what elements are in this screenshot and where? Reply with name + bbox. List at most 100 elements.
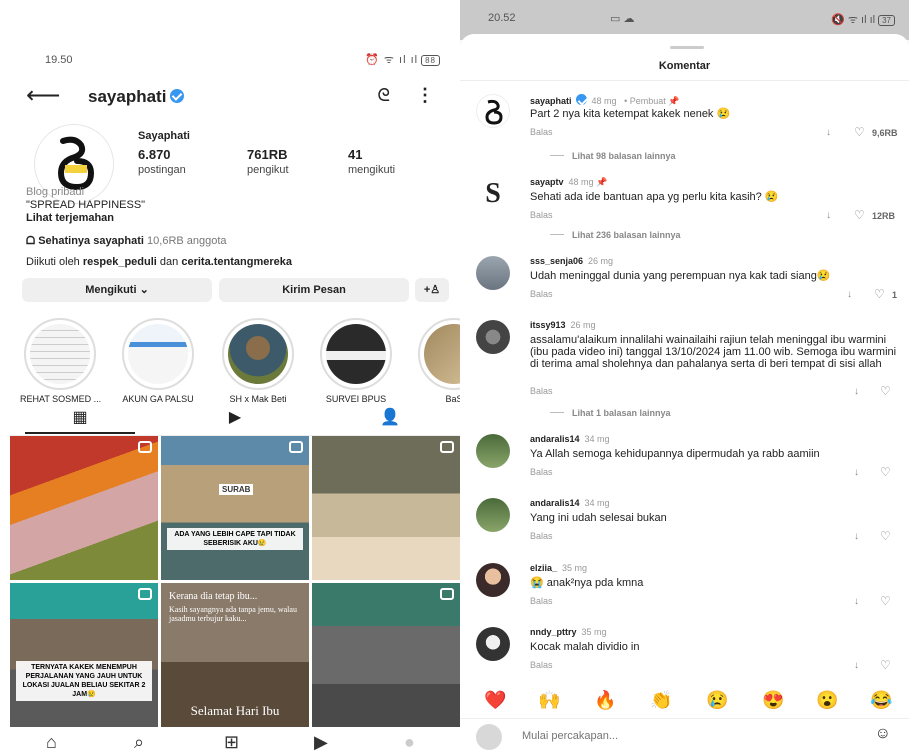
comment-text: assalamu'alaikum innalilahi wainailaihi … [530, 334, 897, 370]
profile-nav-icon[interactable]: ● [404, 732, 415, 753]
send-message-button[interactable]: Kirim Pesan [219, 278, 409, 302]
profile-username: sayaphati [88, 87, 185, 107]
reply-button[interactable]: Balas [530, 596, 553, 606]
emoji-raised-hands[interactable]: 🙌 [538, 690, 560, 711]
reply-button[interactable]: Balas [530, 467, 553, 477]
highlight-bas[interactable]: BaS [414, 318, 460, 404]
add-post-icon[interactable]: ⊞ [224, 732, 239, 753]
sticker-icon[interactable]: ☺ [875, 725, 891, 743]
comment-username[interactable]: nndy_pttry [530, 627, 577, 637]
followed-by-text[interactable]: Diikuti oleh respek_peduli dan cerita.te… [26, 256, 292, 268]
avatar[interactable] [476, 256, 510, 290]
emoji-fire[interactable]: 🔥 [594, 690, 616, 711]
dislike-icon[interactable]: ↓ [826, 210, 831, 221]
avatar[interactable] [476, 627, 510, 661]
avatar[interactable]: S [476, 177, 510, 211]
dislike-icon[interactable]: ↓ [854, 386, 859, 397]
reply-button[interactable]: Balas [530, 660, 553, 670]
comment-username[interactable]: sayaphati [530, 96, 572, 106]
tab-grid[interactable]: ▦ [25, 406, 135, 434]
like-count: 9,6RB [872, 128, 898, 138]
comment-input-bar: ☺ [460, 718, 909, 753]
community-link[interactable]: ᗝ Sehatinya sayaphati 10,6RB anggota [26, 235, 227, 248]
comment-username[interactable]: andaralis14 [530, 498, 580, 508]
avatar[interactable] [476, 320, 510, 354]
emoji-heart-eyes[interactable]: 😍 [762, 690, 784, 711]
see-translation-link[interactable]: Lihat terjemahan [26, 212, 114, 224]
home-icon[interactable]: ⌂ [46, 732, 57, 753]
following-stat[interactable]: 41 mengikuti [348, 147, 395, 176]
comment-username[interactable]: andaralis14 [530, 434, 580, 444]
avatar[interactable] [476, 563, 510, 597]
emoji-laugh[interactable]: 😂 [870, 690, 892, 711]
dislike-icon[interactable]: ↓ [847, 289, 852, 300]
reels-nav-icon[interactable]: ▶ [314, 732, 328, 753]
emoji-cry[interactable]: 😢 [706, 690, 728, 711]
more-options-icon[interactable]: ⋮ [416, 85, 434, 106]
avatar[interactable] [476, 498, 510, 532]
view-more-replies[interactable]: Lihat 1 balasan lainnya [550, 408, 671, 418]
like-heart-icon[interactable]: ♡ [880, 465, 891, 479]
following-button[interactable]: Mengikuti ⌄ [22, 278, 212, 302]
verified-badge-icon [170, 89, 185, 103]
profile-tabs: ▦ ▶ 👤 [10, 404, 460, 436]
dislike-icon[interactable]: ↓ [854, 660, 859, 671]
highlight-survei-bpus[interactable]: SURVEI BPUS [316, 318, 396, 404]
reply-button[interactable]: Balas [530, 289, 553, 299]
comment-input[interactable] [522, 727, 822, 745]
emoji-surprised[interactable]: 😮 [816, 690, 838, 711]
comment-username[interactable]: sayaptv [530, 177, 564, 187]
back-arrow-icon[interactable]: ⟵ [26, 84, 60, 108]
emoji-clap[interactable]: 👏 [650, 690, 672, 711]
tab-tagged[interactable]: 👤 [335, 406, 445, 434]
threads-icon[interactable]: ᘓ [377, 85, 390, 106]
dislike-icon[interactable]: ↓ [854, 467, 859, 478]
comment-username[interactable]: sss_senja06 [530, 256, 583, 266]
grid-icon: ▦ [72, 409, 88, 426]
avatar[interactable] [476, 94, 510, 128]
like-heart-icon[interactable]: ♡ [874, 287, 885, 301]
profile-header: ⟵ sayaphati ᘓ ⋮ [26, 84, 434, 110]
highlight-rehat-sosmed[interactable]: REHAT SOSMED ... [20, 318, 101, 404]
post-tile[interactable] [312, 583, 460, 727]
like-heart-icon[interactable]: ♡ [880, 384, 891, 398]
like-heart-icon[interactable]: ♡ [880, 658, 891, 672]
post-tile[interactable]: TERNYATA KAKEK MENEMPUH PERJALANAN YANG … [10, 583, 158, 727]
emoji-heart[interactable]: ❤️ [484, 690, 506, 711]
reel-icon [138, 441, 152, 453]
comment-username[interactable]: itssy913 [530, 320, 566, 330]
reply-button[interactable]: Balas [530, 210, 553, 220]
view-more-replies[interactable]: Lihat 236 balasan lainnya [550, 230, 681, 240]
comment-username[interactable]: elziia_ [530, 563, 557, 573]
dislike-icon[interactable]: ↓ [854, 596, 859, 607]
add-person-button[interactable]: +♙ [415, 278, 449, 302]
like-heart-icon[interactable]: ♡ [880, 529, 891, 543]
like-heart-icon[interactable]: ♡ [854, 125, 865, 139]
reply-button[interactable]: Balas [530, 127, 553, 137]
posts-stat[interactable]: 6.870 postingan [138, 147, 186, 176]
search-icon[interactable]: ⌕ [134, 732, 144, 753]
drag-handle[interactable] [670, 46, 704, 49]
dislike-icon[interactable]: ↓ [826, 127, 831, 138]
post-tile[interactable] [312, 436, 460, 580]
reel-icon [440, 441, 454, 453]
like-heart-icon[interactable]: ♡ [880, 594, 891, 608]
avatar[interactable] [476, 434, 510, 468]
followers-stat[interactable]: 761RB pengikut [247, 147, 289, 176]
dislike-icon[interactable]: ↓ [854, 531, 859, 542]
post-tile[interactable]: Kerana dia tetap ibu... Kasih sayangnya … [161, 583, 309, 727]
status-time: 19.50 [45, 54, 73, 66]
comments-title: Komentar [658, 60, 711, 72]
like-heart-icon[interactable]: ♡ [854, 208, 865, 222]
reply-button[interactable]: Balas [530, 531, 553, 541]
divider [460, 80, 909, 81]
post-tile[interactable]: SURAB ADA YANG LEBIH CAPE TAPI TIDAK SEB… [161, 436, 309, 580]
highlight-sh-mak-beti[interactable]: SH x Mak Beti [218, 318, 298, 404]
reply-button[interactable]: Balas [530, 386, 553, 396]
comment-text: Kocak malah dividio in [530, 641, 640, 653]
highlight-akun-ga-palsu[interactable]: AKUN GA PALSU [118, 318, 198, 404]
post-tile[interactable] [10, 436, 158, 580]
like-count: 1 [892, 290, 898, 300]
tab-reels[interactable]: ▶ [180, 406, 290, 434]
view-more-replies[interactable]: Lihat 98 balasan lainnya [550, 151, 676, 161]
